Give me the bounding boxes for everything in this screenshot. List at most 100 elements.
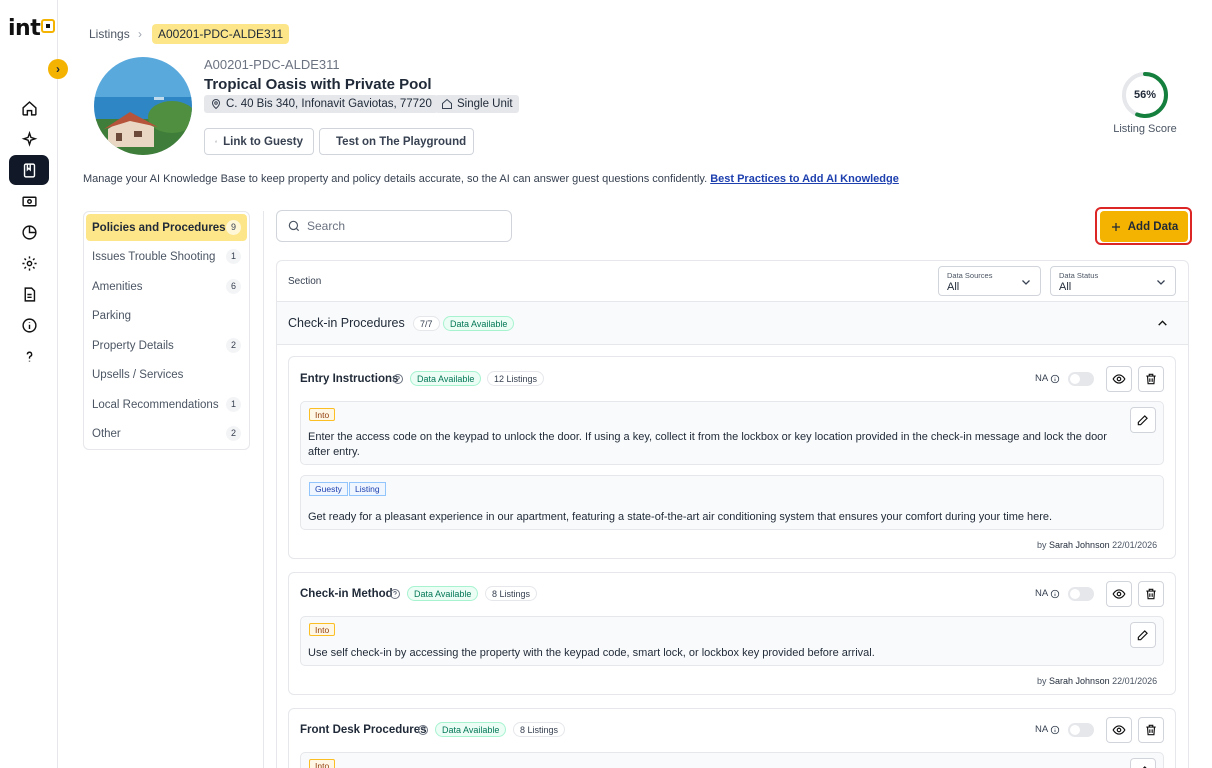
search-input[interactable]: Search [276, 210, 512, 242]
best-practices-link[interactable]: Best Practices to Add AI Knowledge [710, 173, 899, 185]
add-data-label: Add Data [1127, 220, 1179, 233]
trash-icon [1146, 588, 1156, 600]
edit-button[interactable] [1130, 407, 1156, 433]
breadcrumb-separator-icon: › [138, 27, 142, 41]
link-to-guesty-label: Link to Guesty [223, 135, 303, 148]
na-label: NA [1035, 588, 1049, 599]
entry-text: Use self check-in by accessing the prope… [308, 647, 875, 659]
category-other[interactable]: Other 2 [86, 420, 247, 447]
listing-title: Tropical Oasis with Private Pool [204, 76, 432, 93]
edit-button[interactable] [1130, 622, 1156, 648]
test-playground-label: Test on The Playground [336, 135, 467, 148]
trash-icon [1146, 724, 1156, 736]
gear-icon[interactable] [9, 248, 49, 278]
eye-icon [1112, 725, 1126, 735]
sparkle-icon[interactable] [9, 124, 49, 154]
item-title: Front Desk Procedures [300, 724, 427, 736]
item-title: Entry Instructions [300, 373, 399, 385]
panel-divider [263, 211, 264, 768]
document-icon[interactable] [9, 279, 49, 309]
test-playground-button[interactable]: Test on The Playground [319, 128, 474, 155]
breadcrumb-listings[interactable]: Listings [89, 27, 130, 41]
category-count: 1 [226, 397, 241, 412]
chevron-down-icon [1157, 280, 1165, 285]
logo-home-icon [41, 19, 56, 33]
search-placeholder: Search [307, 219, 346, 233]
source-tag: Into [309, 623, 336, 636]
question-circle-icon[interactable] [392, 373, 404, 385]
na-toggle[interactable] [1068, 723, 1094, 737]
category-issues[interactable]: Issues Trouble Shooting 1 [86, 243, 247, 270]
link-to-guesty-button[interactable]: Link to Guesty [204, 128, 314, 155]
add-data-button[interactable]: Add Data [1100, 211, 1188, 242]
data-status-filter[interactable]: Data Status All [1050, 266, 1176, 296]
category-count: 6 [226, 279, 241, 294]
view-button[interactable] [1106, 717, 1132, 743]
search-icon [288, 220, 300, 232]
location-pin-icon [211, 99, 221, 110]
book-icon[interactable] [9, 155, 49, 185]
listing-code: A00201-PDC-ALDE311 [204, 57, 340, 72]
breadcrumb-current: A00201-PDC-ALDE311 [152, 24, 290, 44]
eye-icon [1112, 374, 1126, 384]
knowledge-entry [300, 752, 1164, 768]
item-listings-badge: 8 Listings [485, 586, 538, 601]
entry-text: Get ready for a pleasant experience in o… [308, 511, 1053, 523]
author-line: by Sarah Johnson 22/01/2026 [1037, 540, 1158, 550]
delete-button[interactable] [1138, 717, 1164, 743]
view-button[interactable] [1106, 581, 1132, 607]
help-icon[interactable] [9, 341, 49, 371]
item-title: Check-in Method [300, 588, 393, 600]
category-panel: Policies and Procedures 9 Issues Trouble … [83, 211, 250, 450]
category-parking[interactable]: Parking [86, 302, 247, 329]
section-progress-badge: 7/7 [413, 316, 440, 331]
info-icon[interactable] [9, 310, 49, 340]
unit-type-text: Single Unit [457, 98, 513, 110]
filter-label: Data Status [1059, 271, 1099, 280]
question-circle-icon[interactable] [389, 588, 401, 600]
eye-icon [1112, 589, 1126, 599]
entry-text: Enter the access code on the keypad to u… [308, 431, 1107, 458]
na-label: NA [1035, 724, 1049, 735]
score-percent: 56% [1133, 89, 1157, 101]
delete-button[interactable] [1138, 581, 1164, 607]
na-label: NA [1035, 373, 1049, 384]
listing-photo [94, 57, 192, 155]
chevron-up-icon[interactable] [1156, 317, 1169, 330]
home-icon[interactable] [9, 93, 49, 123]
source-tag: Guesty [309, 482, 348, 496]
edit-button[interactable] [1130, 758, 1156, 768]
na-toggle[interactable] [1068, 587, 1094, 601]
item-listings-badge: 8 Listings [513, 722, 566, 737]
filter-value: All [947, 281, 960, 293]
category-count: 2 [226, 338, 241, 353]
author-line: by Sarah Johnson 22/01/2026 [1037, 676, 1158, 686]
chart-icon[interactable] [9, 217, 49, 247]
pencil-icon [1137, 630, 1148, 641]
chevron-right-icon[interactable]: › [48, 59, 68, 79]
category-count: 2 [226, 426, 241, 441]
question-circle-icon[interactable] [417, 724, 429, 736]
source-tag: Listing [349, 482, 386, 496]
delete-button[interactable] [1138, 366, 1164, 392]
category-policies[interactable]: Policies and Procedures 9 [86, 214, 247, 241]
na-toggle[interactable] [1068, 372, 1094, 386]
category-local-recommendations[interactable]: Local Recommendations 1 [86, 391, 247, 418]
item-listings-badge: 12 Listings [487, 371, 545, 386]
house-icon [442, 98, 452, 109]
column-header-section: Section [288, 276, 322, 287]
category-property-details[interactable]: Property Details 2 [86, 332, 247, 359]
filter-label: Data Sources [947, 271, 993, 280]
category-count: 9 [226, 220, 241, 235]
category-count: 1 [226, 249, 241, 264]
view-button[interactable] [1106, 366, 1132, 392]
data-sources-filter[interactable]: Data Sources All [938, 266, 1041, 296]
external-link-icon [215, 140, 217, 143]
left-rail: int [0, 0, 58, 768]
category-amenities[interactable]: Amenities 6 [86, 273, 247, 300]
trash-icon [1146, 373, 1156, 385]
address-chip: C. 40 Bis 340, Infonavit Gaviotas, 77720 [204, 95, 438, 113]
money-icon[interactable] [9, 186, 49, 216]
category-upsells[interactable]: Upsells / Services [86, 361, 247, 388]
app-logo[interactable]: int [8, 16, 56, 41]
